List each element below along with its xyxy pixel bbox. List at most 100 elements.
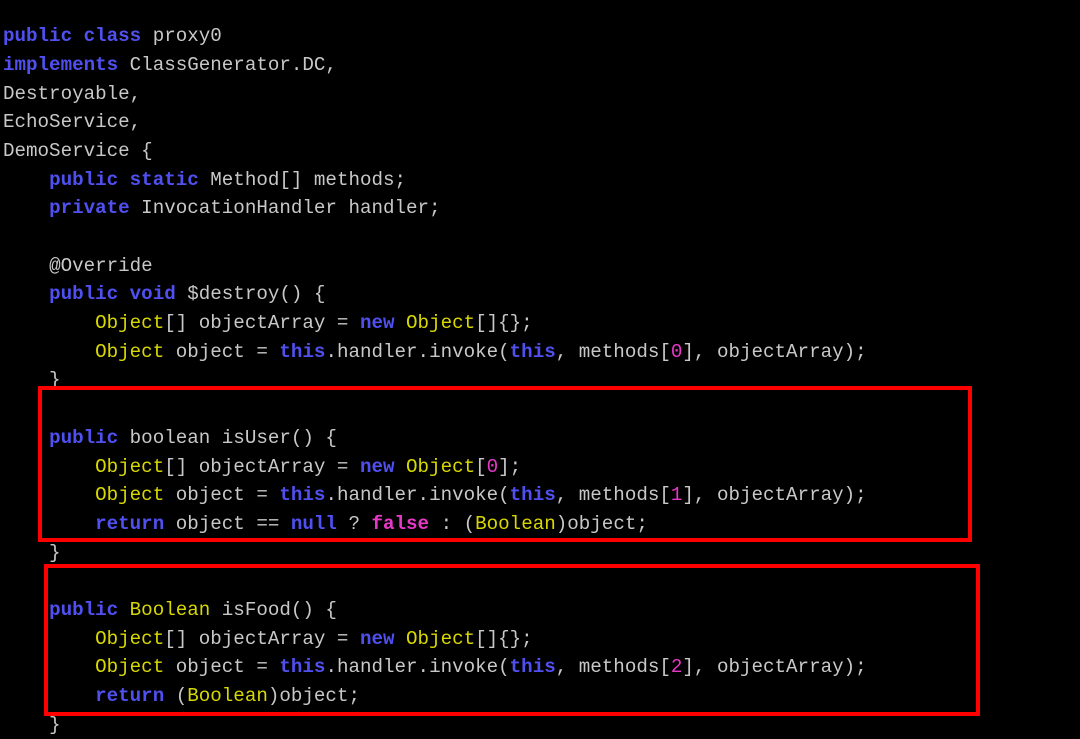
- code-token-keyword: this: [509, 340, 556, 363]
- code-token-plain: EchoService,: [3, 111, 142, 134]
- code-token-plain: ClassGenerator.DC,: [118, 53, 337, 76]
- code-token-keyword: static: [129, 168, 199, 191]
- code-token-keyword: null: [290, 512, 337, 535]
- code-token-plain: InvocationHandler handler;: [129, 197, 441, 220]
- code-token-plain: , methods[: [555, 340, 671, 363]
- code-token-type: Object: [406, 312, 476, 335]
- code-line: }: [3, 711, 867, 739]
- code-token-plain: [] objectArray =: [164, 627, 360, 650]
- code-token-keyword: return: [95, 512, 165, 535]
- code-line: Object object = this.handler.invoke(this…: [3, 481, 867, 510]
- code-token-plain: ], objectArray);: [682, 484, 867, 507]
- code-token-primitive: boolean: [129, 426, 211, 449]
- code-token-keyword: new: [359, 627, 395, 650]
- code-token-plain: object =: [164, 656, 280, 679]
- code-token-plain: ], objectArray);: [682, 340, 867, 363]
- code-token-plain: (: [164, 685, 188, 707]
- code-line: public class proxy0: [3, 22, 867, 51]
- code-token-type: Object: [95, 455, 165, 478]
- code-token-plain: )object;: [267, 685, 360, 707]
- code-token-plain: object =: [164, 484, 280, 507]
- code-line: return (Boolean)object;: [3, 682, 867, 711]
- code-token-plain: : (: [429, 512, 476, 535]
- code-line: }: [3, 366, 867, 395]
- code-token-annotation: @Override: [49, 254, 153, 277]
- code-token-keyword: new: [359, 455, 395, 478]
- code-token-type: Object: [95, 484, 165, 507]
- code-token-plain: $destroy() {: [175, 283, 326, 306]
- code-token-keyword: void: [129, 283, 176, 306]
- code-token-plain: object =: [164, 340, 280, 363]
- code-token-keyword: this: [509, 656, 556, 679]
- code-token-plain: , methods[: [555, 656, 671, 679]
- code-token-keyword: this: [279, 656, 326, 679]
- code-token-number: 1: [670, 484, 683, 507]
- code-token-literal: false: [371, 512, 430, 535]
- code-viewer: public class proxy0 implements ClassGener…: [0, 0, 1080, 736]
- code-token-type: Object: [95, 312, 165, 335]
- code-line: Object object = this.handler.invoke(this…: [3, 653, 867, 682]
- code-line: @Override: [3, 252, 867, 281]
- code-token-type: Boolean: [129, 598, 211, 621]
- code-token-plain: DemoService {: [3, 139, 153, 162]
- code-token-keyword: public: [49, 168, 119, 191]
- code-token-number: 0: [486, 455, 499, 478]
- code-token-plain: .handler.invoke(: [325, 656, 510, 679]
- code-token-plain: .handler.invoke(: [325, 340, 510, 363]
- code-token-plain: []{};: [475, 312, 533, 335]
- code-token-plain: ];: [498, 455, 522, 478]
- code-token-keyword: this: [279, 340, 326, 363]
- code-line: public Boolean isFood() {: [3, 596, 867, 625]
- code-token-plain: Method[] methods;: [198, 168, 407, 191]
- code-token-plain: }: [3, 369, 61, 392]
- code-token-plain: , methods[: [555, 484, 671, 507]
- code-token-keyword: this: [509, 484, 556, 507]
- code-token-type: Object: [95, 340, 165, 363]
- code-line: public void $destroy() {: [3, 280, 867, 309]
- code-token-keyword: this: [279, 484, 326, 507]
- code-line: public static Method[] methods;: [3, 166, 867, 195]
- code-line: public boolean isUser() {: [3, 424, 867, 453]
- code-token-type: Boolean: [475, 512, 556, 535]
- code-token-plain: [] objectArray =: [164, 312, 360, 335]
- code-line: Destroyable,: [3, 80, 867, 109]
- code-token-keyword: public: [49, 598, 119, 621]
- code-token-plain: .handler.invoke(: [325, 484, 510, 507]
- code-token-plain: isFood() {: [210, 598, 337, 621]
- code-line: return object == null ? false : (Boolean…: [3, 510, 867, 539]
- code-token-keyword: public: [49, 426, 119, 449]
- code-line: private InvocationHandler handler;: [3, 194, 867, 223]
- code-line: implements ClassGenerator.DC,: [3, 51, 867, 80]
- code-token-plain: object ==: [164, 512, 291, 535]
- code-token-number: 0: [670, 340, 683, 363]
- code-token-plain: isUser() {: [210, 426, 337, 449]
- code-token-keyword: return: [95, 685, 165, 707]
- code-line: EchoService,: [3, 108, 867, 137]
- source-code-listing[interactable]: public class proxy0 implements ClassGener…: [0, 19, 867, 739]
- code-token-plain: proxy0: [141, 25, 222, 48]
- code-token-plain: )object;: [555, 512, 648, 535]
- code-token-keyword: private: [49, 197, 130, 220]
